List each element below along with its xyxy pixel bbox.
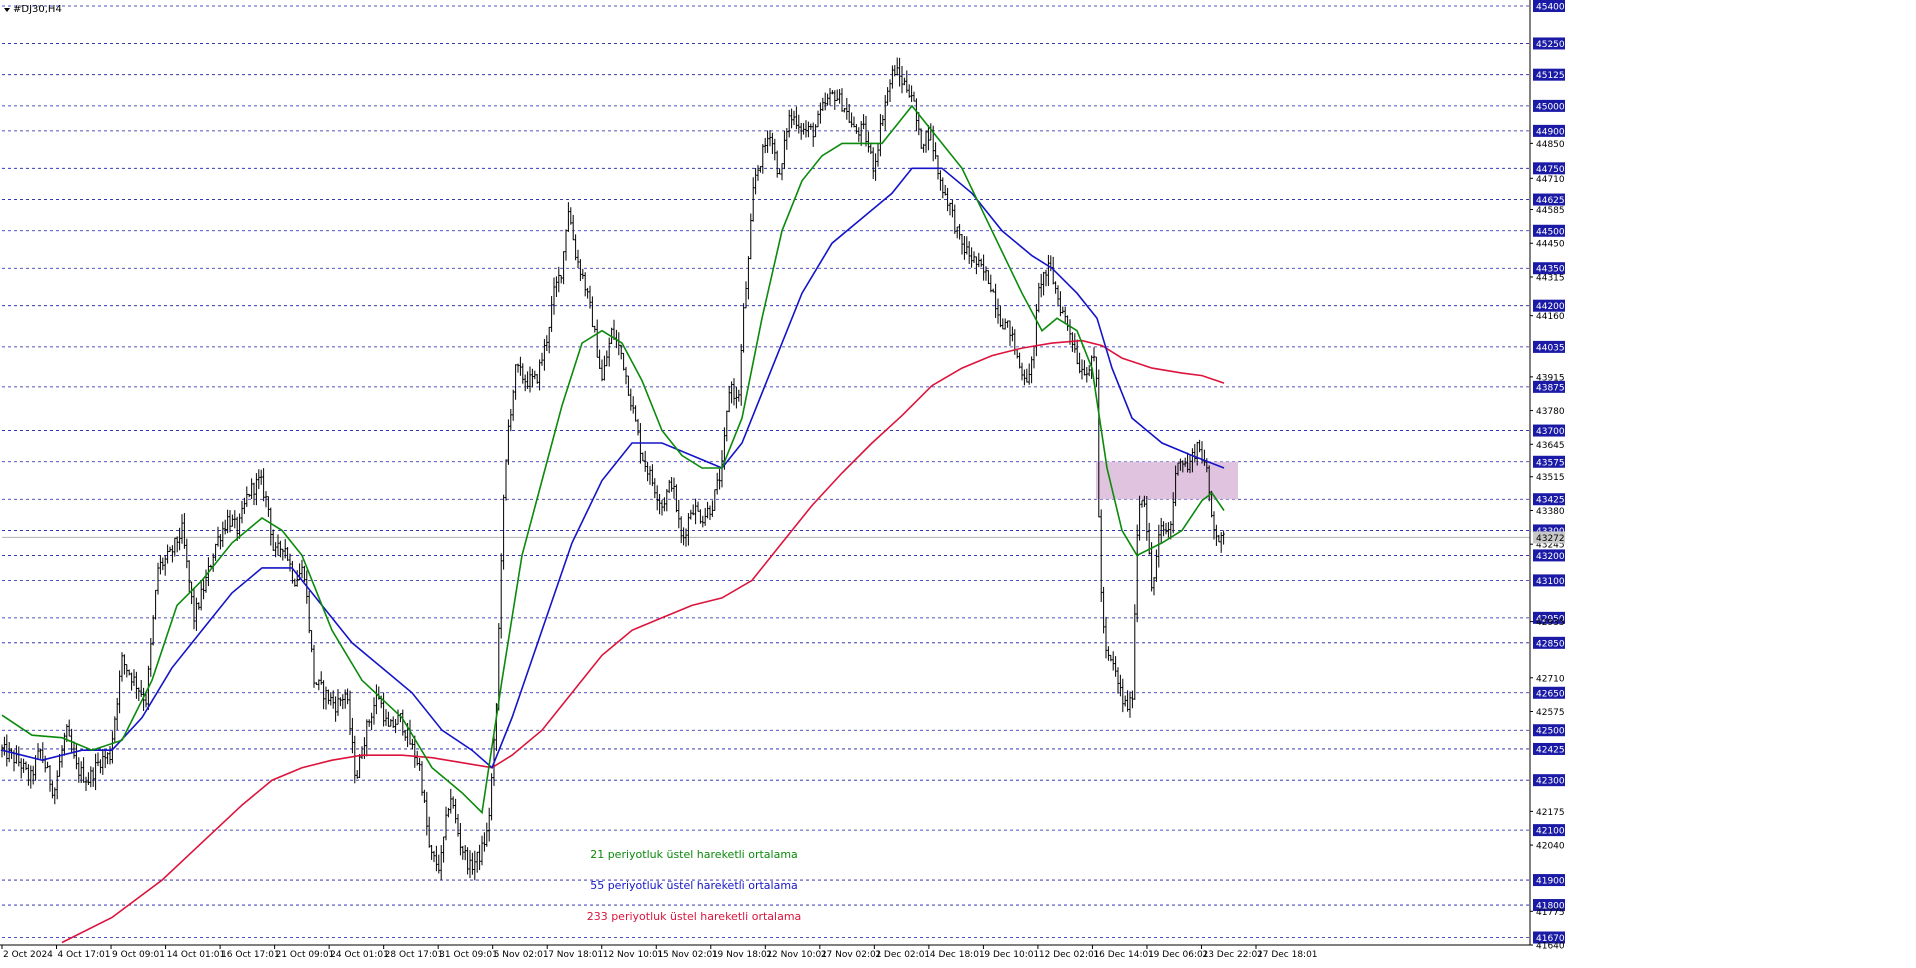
price-level-label: 45400	[1536, 3, 1565, 13]
time-tick-label: 23 Dec 22:01	[1202, 950, 1263, 960]
price-level-label: 44200	[1536, 302, 1565, 312]
time-tick-label: 27 Nov 02:01	[821, 950, 882, 960]
price-tick-label: 43780	[1536, 407, 1565, 417]
current-price-label: 43272	[1536, 534, 1565, 544]
price-level-label: 42850	[1536, 639, 1565, 649]
price-level-label: 45000	[1536, 102, 1565, 112]
price-level-label: 44750	[1536, 165, 1565, 175]
time-tick-label: 16 Oct 17:01	[221, 950, 280, 960]
price-tick-label: 42710	[1536, 674, 1565, 684]
price-tick-label: 44850	[1536, 140, 1565, 150]
time-tick-label: 9 Oct 09:01	[112, 950, 165, 960]
price-tick-label: 42575	[1536, 708, 1565, 718]
chart-window[interactable]: 45400 45250 45125 45000 44900 44750 44625 44500…	[0, 0, 1916, 963]
resistance-zone	[1096, 461, 1238, 500]
title-bar: #DJ30,H4	[4, 4, 62, 15]
time-tick-label: 15 Nov 02:01	[657, 950, 718, 960]
price-level-label: 44625	[1536, 196, 1565, 206]
price-level-label: 42425	[1536, 745, 1565, 755]
price-level-label: 45125	[1536, 71, 1565, 81]
price-tick-label: 41640	[1536, 942, 1565, 952]
price-level-label: 43875	[1536, 383, 1565, 393]
price-level-label: 44500	[1536, 227, 1565, 237]
price-tick-label: 42040	[1536, 842, 1565, 852]
price-level-label: 43100	[1536, 577, 1565, 587]
price-tick-label: 44585	[1536, 206, 1565, 216]
time-tick-label: 31 Oct 09:01	[439, 950, 498, 960]
price-level-label: 42650	[1536, 689, 1565, 699]
time-tick-label: 28 Oct 17:01	[385, 950, 444, 960]
price-level-label: 42100	[1536, 827, 1565, 837]
time-tick-label: 16 Dec 14:01	[1093, 950, 1154, 960]
time-tick-label: 27 Dec 18:01	[1257, 950, 1318, 960]
price-level-label: 41900	[1536, 877, 1565, 887]
ema233-legend-label: 233 periyotluk üstel hareketli ortalama	[587, 910, 802, 923]
chart-background	[0, 0, 1916, 963]
time-tick-label: 22 Nov 10:01	[766, 950, 827, 960]
time-tick-label: 19 Nov 18:01	[712, 950, 773, 960]
price-tick-label: 43380	[1536, 507, 1565, 517]
time-tick-label: 4 Oct 17:01	[58, 950, 111, 960]
time-tick-label: 2 Dec 02:01	[875, 950, 930, 960]
price-tick-label: 42935	[1536, 618, 1565, 628]
ema21-legend-label: 21 periyotluk üstel hareketli ortalama	[590, 848, 798, 861]
price-tick-label: 43515	[1536, 473, 1565, 483]
time-tick-label: 9 Dec 10:01	[984, 950, 1039, 960]
price-tick-label: 41775	[1536, 908, 1565, 918]
candlestick-chart[interactable]: 45400 45250 45125 45000 44900 44750 44625 44500…	[0, 0, 1916, 963]
time-tick-label: 5 Nov 02:01	[494, 950, 549, 960]
time-tick-label: 14 Oct 01:01	[167, 950, 226, 960]
price-tick-label: 42175	[1536, 808, 1565, 818]
time-tick-label: 19 Dec 06:01	[1148, 950, 1209, 960]
ema55-legend-label: 55 periyotluk üstel hareketli ortalama	[590, 879, 798, 892]
price-level-label: 43700	[1536, 427, 1565, 437]
price-level-label: 42500	[1536, 727, 1565, 737]
price-level-label: 43575	[1536, 458, 1565, 468]
time-tick-label: 7 Nov 18:01	[548, 950, 603, 960]
time-tick-label: 24 Oct 01:01	[330, 950, 389, 960]
price-level-label: 44035	[1536, 343, 1565, 353]
price-tick-label: 43915	[1536, 373, 1565, 383]
price-tick-label: 44315	[1536, 273, 1565, 283]
price-level-label: 43200	[1536, 552, 1565, 562]
time-tick-label: 12 Dec 02:01	[1039, 950, 1100, 960]
time-tick-label: 12 Nov 10:01	[603, 950, 664, 960]
price-level-label: 44900	[1536, 127, 1565, 137]
time-tick-label: 2 Oct 2024	[3, 950, 53, 960]
zone-layer	[1096, 461, 1238, 500]
price-level-label: 42300	[1536, 777, 1565, 787]
price-tick-label: 44710	[1536, 175, 1565, 185]
chart-title: #DJ30,H4	[13, 4, 62, 15]
legend-layer: 21 periyotluk üstel hareketli ortalama 55…	[587, 848, 802, 923]
price-level-label: 45250	[1536, 40, 1565, 50]
time-tick-label: 21 Oct 09:01	[276, 950, 335, 960]
price-tick-label: 44160	[1536, 312, 1565, 322]
price-tick-label: 43645	[1536, 441, 1565, 451]
time-tick-label: 4 Dec 18:01	[930, 950, 985, 960]
price-level-label: 43425	[1536, 496, 1565, 506]
price-tick-label: 44450	[1536, 240, 1565, 250]
